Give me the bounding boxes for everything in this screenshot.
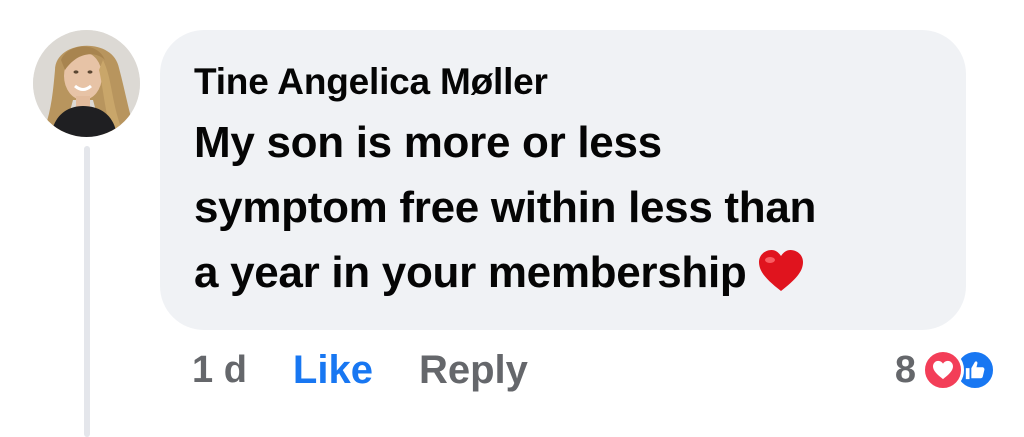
comment-container: Tine Angelica Møller My son is more or l… <box>0 0 1024 437</box>
reactions-summary[interactable]: 8 <box>895 345 996 395</box>
like-button[interactable]: Like <box>293 348 373 393</box>
comment-line: symptom free within less than <box>194 183 817 232</box>
comment-line: a year in your membership <box>194 248 747 297</box>
comment-actions: 1 d Like Reply <box>192 345 528 395</box>
comment-text: My son is more or less symptom free with… <box>194 110 934 311</box>
avatar[interactable] <box>33 30 140 137</box>
reply-button[interactable]: Reply <box>419 348 528 393</box>
comment-bubble: Tine Angelica Møller My son is more or l… <box>160 30 966 330</box>
comment-timestamp[interactable]: 1 d <box>192 349 247 392</box>
reply-thread-line <box>84 146 90 437</box>
comment-line: My son is more or less <box>194 118 662 167</box>
avatar-photo <box>33 30 140 137</box>
comment-author-name[interactable]: Tine Angelica Møller <box>194 60 932 104</box>
heart-emoji-icon <box>757 246 805 311</box>
love-reaction-icon <box>922 349 964 391</box>
comment-line-with-emoji: a year in your membership <box>194 240 934 311</box>
reaction-count: 8 <box>894 348 916 391</box>
